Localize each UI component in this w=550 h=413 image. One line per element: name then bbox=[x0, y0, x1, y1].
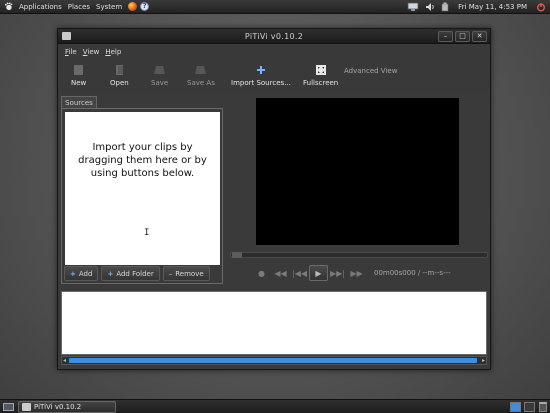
workspace-2[interactable] bbox=[524, 402, 535, 412]
timecode: 00m00s000 / --m--s--- bbox=[374, 269, 451, 277]
timeline-scrollbar[interactable]: ◂ ▸ bbox=[61, 356, 487, 365]
trash-icon[interactable] bbox=[539, 402, 547, 412]
record-button[interactable]: ● bbox=[252, 265, 271, 281]
system-tray: Fri May 11, 4:53 PM bbox=[407, 0, 546, 14]
add-folder-button[interactable]: + Add Folder bbox=[101, 266, 160, 281]
window-controls: – □ ✕ bbox=[438, 31, 487, 42]
video-viewer bbox=[256, 98, 459, 245]
clock[interactable]: Fri May 11, 4:53 PM bbox=[455, 0, 530, 14]
save-icon bbox=[153, 63, 166, 76]
import-sources-label: Import Sources... bbox=[231, 79, 291, 87]
add-folder-label: Add Folder bbox=[116, 269, 154, 278]
toolbar: New Open Save Save As Import Sources... … bbox=[58, 59, 490, 93]
menu-view-rest: iew bbox=[87, 48, 100, 56]
open-label: Open bbox=[110, 79, 129, 87]
rewind-button[interactable]: ◀◀ bbox=[271, 265, 290, 281]
places-menu[interactable]: Places bbox=[65, 0, 93, 14]
shutdown-icon[interactable] bbox=[536, 2, 546, 12]
sources-panel: Import your clips by dragging them here … bbox=[61, 108, 223, 284]
show-desktop-icon[interactable] bbox=[3, 403, 14, 411]
add-button[interactable]: + Add bbox=[64, 266, 99, 281]
fullscreen-icon bbox=[315, 63, 327, 76]
scroll-right-arrow[interactable]: ▸ bbox=[482, 357, 485, 364]
applications-menu[interactable]: Applications bbox=[16, 0, 65, 14]
save-as-icon bbox=[194, 63, 207, 76]
open-icon bbox=[114, 63, 125, 76]
window-title: PiTiVi v0.10.2 bbox=[244, 32, 304, 41]
text-cursor-icon: I bbox=[144, 228, 150, 238]
add-folder-plus-icon: + bbox=[107, 269, 114, 278]
titlebar[interactable]: PiTiVi v0.10.2 – □ ✕ bbox=[58, 29, 490, 44]
seek-handle[interactable] bbox=[232, 252, 242, 258]
maximize-button[interactable]: □ bbox=[455, 31, 470, 42]
fast-forward-button[interactable]: ▶▶ bbox=[347, 265, 366, 281]
timeline-scroll-thumb[interactable] bbox=[69, 358, 477, 363]
scroll-left-arrow[interactable]: ◂ bbox=[63, 357, 66, 364]
menu-file[interactable]: File bbox=[62, 48, 80, 56]
next-button[interactable]: ▶▶| bbox=[328, 265, 347, 281]
taskbar-item-label: PiTiVi v0.10.2 bbox=[34, 403, 82, 411]
save-label: Save bbox=[151, 79, 169, 87]
sources-drop-area[interactable]: Import your clips by dragging them here … bbox=[65, 112, 220, 265]
network-icon[interactable] bbox=[407, 2, 419, 12]
import-instructions: Import your clips by dragging them here … bbox=[78, 142, 207, 179]
save-as-button[interactable]: Save As bbox=[187, 63, 215, 87]
firefox-icon[interactable] bbox=[128, 2, 138, 11]
tab-sources[interactable]: Sources bbox=[61, 96, 97, 108]
seek-bar[interactable] bbox=[230, 252, 488, 258]
bottom-panel: PiTiVi v0.10.2 bbox=[0, 399, 550, 413]
system-menu[interactable]: System bbox=[93, 0, 125, 14]
menubar: File View Help bbox=[58, 45, 490, 59]
menu-view[interactable]: View bbox=[80, 48, 103, 56]
menu-help-rest: elp bbox=[110, 48, 122, 56]
power-icon[interactable] bbox=[441, 2, 449, 12]
save-button[interactable]: Save bbox=[151, 63, 168, 87]
pitivi-window: PiTiVi v0.10.2 – □ ✕ File View Help New … bbox=[57, 28, 491, 370]
play-button[interactable]: ▶ bbox=[309, 265, 328, 281]
pitivi-task-icon bbox=[22, 403, 31, 411]
close-button[interactable]: ✕ bbox=[472, 31, 487, 42]
top-panel: Applications Places System ? Fri May 11,… bbox=[0, 0, 550, 14]
new-icon bbox=[73, 63, 84, 76]
minimize-button[interactable]: – bbox=[438, 31, 453, 42]
taskbar-item-pitivi[interactable]: PiTiVi v0.10.2 bbox=[18, 401, 116, 413]
transport-controls: ● ◀◀ |◀◀ ▶ ▶▶| ▶▶ 00m00s000 / --m--s--- bbox=[252, 265, 451, 281]
fullscreen-button[interactable]: Fullscreen bbox=[303, 63, 338, 87]
menu-file-rest: ile bbox=[68, 48, 77, 56]
add-button-label: Add bbox=[78, 269, 93, 278]
add-icon bbox=[256, 63, 266, 76]
remove-label: Remove bbox=[175, 269, 204, 278]
remove-button[interactable]: – Remove bbox=[162, 266, 210, 281]
new-button[interactable]: New bbox=[71, 63, 86, 87]
volume-icon[interactable] bbox=[425, 2, 435, 12]
save-as-label: Save As bbox=[187, 79, 215, 87]
add-plus-icon: + bbox=[70, 269, 76, 278]
sources-buttons: + Add + Add Folder – Remove bbox=[64, 266, 210, 281]
open-button[interactable]: Open bbox=[110, 63, 129, 87]
timeline-area[interactable] bbox=[61, 291, 487, 355]
previous-button[interactable]: |◀◀ bbox=[290, 265, 309, 281]
advanced-view-toggle[interactable]: Advanced View bbox=[344, 67, 397, 75]
import-sources-button[interactable]: Import Sources... bbox=[231, 63, 291, 87]
workspace-1[interactable] bbox=[510, 402, 521, 412]
fullscreen-label: Fullscreen bbox=[303, 79, 339, 87]
new-label: New bbox=[71, 79, 87, 87]
remove-minus-icon: – bbox=[168, 269, 173, 278]
gnome-foot-icon[interactable] bbox=[4, 2, 13, 11]
help-icon[interactable]: ? bbox=[140, 2, 150, 11]
menu-help[interactable]: Help bbox=[102, 48, 124, 56]
